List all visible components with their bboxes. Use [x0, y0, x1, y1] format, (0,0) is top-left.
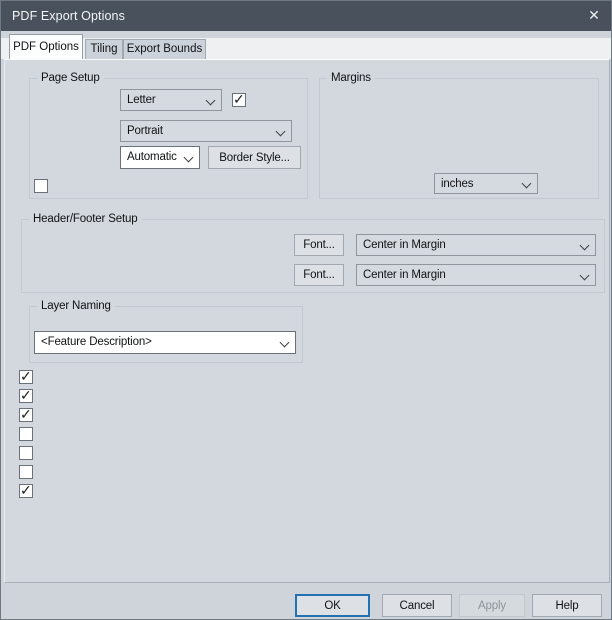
footer-font-button[interactable]: Font...: [294, 264, 344, 286]
tab-export-bounds[interactable]: Export Bounds: [123, 39, 206, 59]
page-size-combobox[interactable]: Letter: [120, 89, 222, 111]
page-size-value: Letter: [127, 90, 203, 110]
layer-attribute-value: <Feature Description>: [41, 332, 277, 353]
title-bar[interactable]: PDF Export Options ✕: [1, 1, 612, 31]
header-font-button[interactable]: Font...: [294, 234, 344, 256]
tab-tiling[interactable]: Tiling: [85, 39, 123, 59]
close-icon[interactable]: ✕: [577, 1, 611, 31]
margin-units-value: inches: [441, 174, 519, 194]
footer-position-combobox[interactable]: Center in Margin: [356, 264, 596, 286]
chevron-down-icon: [580, 271, 590, 281]
layer-attribute-combobox[interactable]: <Feature Description>: [34, 331, 296, 354]
orientation-value: Portrait: [127, 121, 273, 141]
header-position-combobox[interactable]: Center in Margin: [356, 234, 596, 256]
apply-button[interactable]: Apply: [459, 594, 525, 617]
page-setup-group-label: Page Setup: [37, 72, 104, 85]
chevron-down-icon: [580, 241, 590, 251]
help-button[interactable]: Help: [532, 594, 602, 617]
tab-pdf-options[interactable]: PDF Options: [9, 34, 83, 59]
orientation-combobox[interactable]: Portrait: [120, 120, 292, 142]
map-background-color-checkbox[interactable]: ✓: [19, 446, 33, 460]
resolution-combobox[interactable]: Automatic: [120, 146, 200, 169]
header-footer-group-label: Header/Footer Setup: [29, 213, 142, 226]
chevron-down-icon: [184, 153, 194, 163]
chevron-down-icon: [280, 338, 290, 348]
pdf-export-options-dialog: PDF Export Options ✕ PDF Options Tiling …: [0, 0, 612, 620]
footer-position-value: Center in Margin: [363, 265, 577, 285]
embed-fonts-checkbox[interactable]: ✓: [19, 408, 33, 422]
chevron-down-icon: [206, 96, 216, 106]
chevron-down-icon: [522, 179, 532, 189]
margin-units-combobox[interactable]: inches: [434, 173, 538, 194]
combine-raster-layers-checkbox[interactable]: ✓: [19, 389, 33, 403]
cancel-button[interactable]: Cancel: [382, 594, 452, 617]
adobe-iso-extensions-checkbox[interactable]: ✓: [19, 427, 33, 441]
border-style-button[interactable]: Border Style...: [208, 146, 301, 169]
avenza-maplist-checkbox[interactable]: ✓: [19, 465, 33, 479]
save-map-layout-checkbox[interactable]: ✓: [19, 484, 33, 498]
resolution-value: Automatic: [127, 147, 181, 167]
margins-group-label: Margins: [327, 72, 375, 85]
ok-button[interactable]: OK: [295, 594, 370, 617]
export-fixed-scale-checkbox[interactable]: ✓: [34, 179, 48, 193]
window-title: PDF Export Options: [12, 1, 125, 31]
use-jpg-compression-checkbox[interactable]: ✓: [19, 370, 33, 384]
fill-page-checkbox[interactable]: ✓: [232, 93, 246, 107]
chevron-down-icon: [276, 127, 286, 137]
layer-naming-group-label: Layer Naming: [37, 300, 115, 313]
header-position-value: Center in Margin: [363, 235, 577, 255]
